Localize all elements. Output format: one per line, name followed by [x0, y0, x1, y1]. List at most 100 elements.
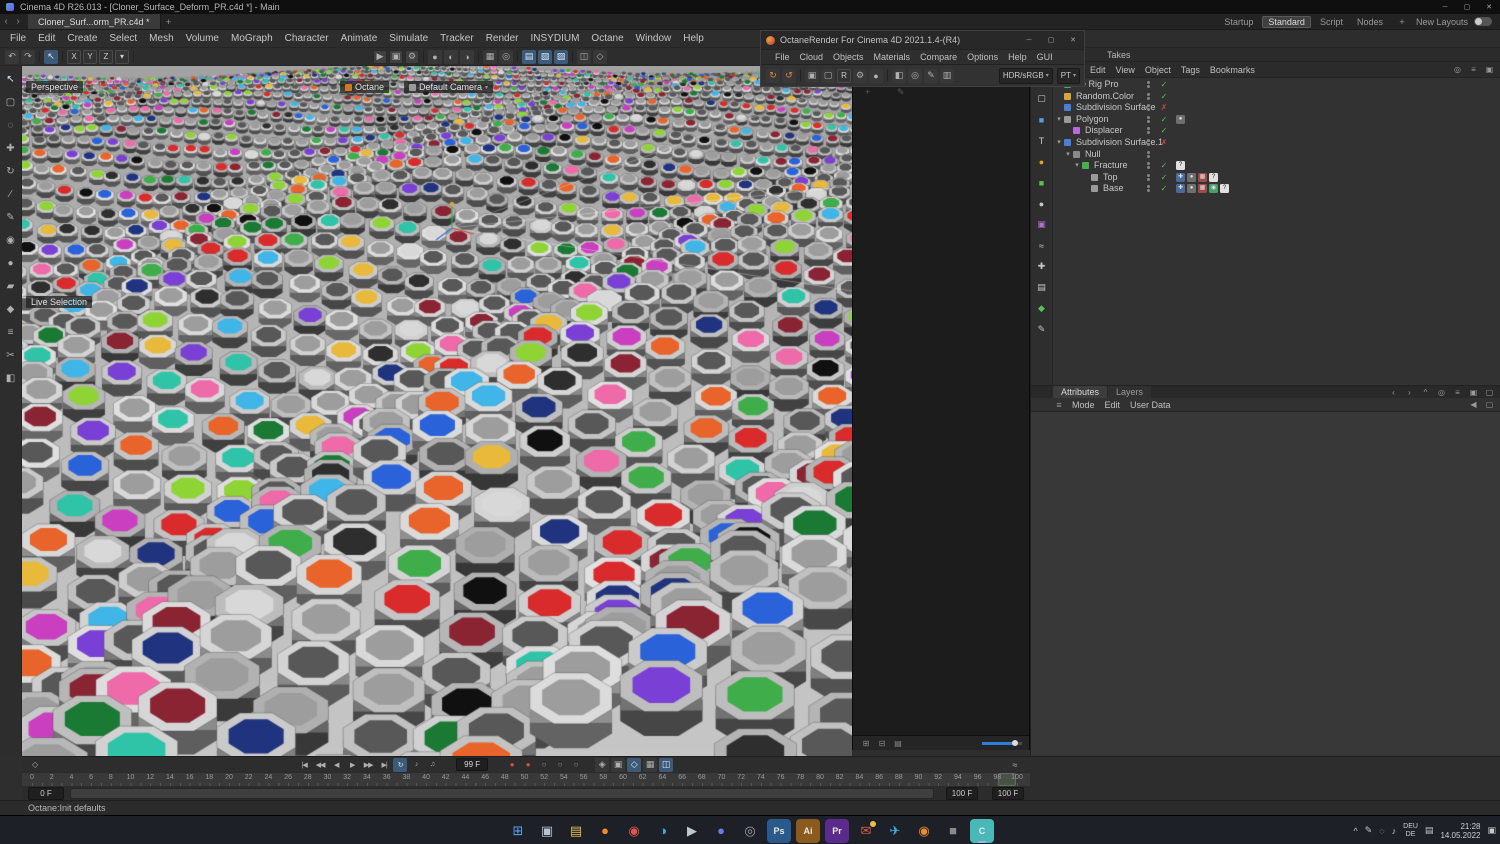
start-button-icon[interactable]: ⊞: [506, 819, 530, 843]
menu-render[interactable]: Render: [480, 33, 525, 44]
fcurve-icon[interactable]: ≈: [1008, 758, 1022, 772]
object-icon[interactable]: [1091, 185, 1098, 193]
enabled-check-icon[interactable]: ✓: [1159, 91, 1169, 102]
menu-mograph[interactable]: MoGraph: [225, 33, 279, 44]
document-tab[interactable]: Cloner_Surf...orm_PR.c4d *: [28, 14, 161, 29]
viewport-canvas[interactable]: [22, 66, 852, 756]
display-mode-1-icon[interactable]: ▤: [522, 49, 536, 64]
object-label[interactable]: Null: [1085, 149, 1101, 160]
stamp-tool-icon[interactable]: ▰: [4, 279, 18, 293]
keyframe-selection-icon[interactable]: ◈: [595, 757, 610, 772]
autokeying-icon[interactable]: ●: [521, 758, 535, 772]
render-settings-icon[interactable]: ⚙: [405, 49, 419, 64]
layout-tab-nodes[interactable]: Nodes: [1352, 16, 1388, 28]
play-sound-icon[interactable]: ♪: [409, 758, 423, 772]
workplane-icon[interactable]: ◫: [577, 49, 591, 64]
kernel-settings-icon[interactable]: ⚙: [853, 68, 867, 83]
object-icon[interactable]: [1064, 115, 1071, 123]
om-filter-icon[interactable]: ≡: [1468, 64, 1479, 75]
visibility-dot[interactable]: [1147, 127, 1150, 131]
object-manager-tree[interactable]: ne Rig Pro ✓ Random.Color ✓ Subdivision Surf…: [1053, 78, 1499, 408]
move-tool-icon[interactable]: ✚: [4, 141, 18, 155]
axis-x-lock-icon[interactable]: X: [67, 49, 81, 64]
octane-menu-help[interactable]: Help: [1003, 52, 1032, 62]
record-scale-icon[interactable]: ○: [553, 758, 567, 772]
add-document-button[interactable]: +: [161, 17, 177, 27]
material-ball-icon[interactable]: ●: [1035, 155, 1048, 168]
firefox-icon[interactable]: ●: [593, 819, 617, 843]
loop-playback-icon[interactable]: ↻: [393, 757, 408, 772]
discord-icon[interactable]: ●: [709, 819, 733, 843]
timeline-ruler[interactable]: 0 2 4 6 8 10 12 14 16 18 20 22 24 26 28 30 32 34 36 38 40 42 4…: [22, 772, 1030, 786]
tray-cloud-icon[interactable]: ◌: [1379, 826, 1384, 836]
attr-float-icon[interactable]: ▢: [1484, 387, 1495, 398]
render-view-icon[interactable]: ▶: [373, 49, 387, 64]
display-mode-3-icon[interactable]: ▨: [554, 49, 568, 64]
render-region-icon[interactable]: ▢: [821, 68, 835, 83]
enabled-check-icon[interactable]: ✓: [1159, 114, 1169, 125]
visibility-dot[interactable]: [1147, 131, 1150, 135]
language-indicator[interactable]: DEU DE: [1403, 823, 1418, 838]
record-position-icon[interactable]: ○: [537, 758, 551, 772]
record-keyframe-icon[interactable]: ●: [505, 758, 519, 772]
octane-menu-materials[interactable]: Materials: [869, 52, 916, 62]
render-progress-knob[interactable]: [1012, 739, 1018, 746]
layout-square-icon[interactable]: ▢: [1035, 92, 1048, 105]
maximize-button[interactable]: ▢: [1456, 0, 1478, 14]
close-button[interactable]: ✕: [1478, 0, 1500, 14]
question-tag-icon[interactable]: ?: [1220, 184, 1229, 194]
prev-key-icon[interactable]: ◀◀: [313, 758, 327, 772]
illustrator-icon[interactable]: Ai: [796, 818, 820, 843]
blender-icon[interactable]: ◉: [912, 819, 936, 843]
visibility-dot[interactable]: [1147, 81, 1150, 84]
visibility-dots[interactable]: [1147, 127, 1150, 135]
tree-item-polygon[interactable]: ▾ Polygon ✓ ●: [1053, 114, 1499, 125]
camera-icon[interactable]: ◎: [499, 49, 513, 64]
attr-lock-icon[interactable]: ▣: [1468, 387, 1479, 398]
clay-mode-icon[interactable]: ●: [869, 68, 883, 83]
menu-volume[interactable]: Volume: [180, 33, 225, 44]
tree-item-subdivision-surface[interactable]: Subdivision Surface ✗: [1053, 102, 1499, 113]
visibility-dots[interactable]: [1147, 139, 1150, 146]
texture-tag-icon[interactable]: ▦: [1198, 184, 1207, 194]
restart-render-icon[interactable]: ↻: [766, 68, 780, 83]
octane-menu-file[interactable]: File: [770, 52, 795, 62]
volume-icon[interactable]: ♫: [425, 758, 439, 772]
clock[interactable]: 21:28 14.05.2022: [1440, 822, 1480, 840]
photoshop-icon[interactable]: Ps: [767, 818, 791, 843]
octane-camera-hud[interactable]: Octane: [340, 81, 390, 93]
tray-chevron-icon[interactable]: ^: [1354, 826, 1358, 836]
play-icon[interactable]: ▶: [345, 758, 359, 772]
object-label[interactable]: Base: [1103, 183, 1124, 194]
visibility-dot[interactable]: [1147, 119, 1150, 123]
enabled-check-icon[interactable]: ✓: [1159, 172, 1169, 183]
attr-up-icon[interactable]: ^: [1420, 387, 1431, 398]
om-menu-tags[interactable]: Tags: [1176, 65, 1205, 75]
render-progress-slider[interactable]: [982, 739, 1022, 746]
mail-icon[interactable]: ✉: [854, 819, 878, 843]
enabled-check-icon[interactable]: ✓: [1159, 183, 1169, 194]
pla-toggle-icon[interactable]: ◫: [659, 757, 674, 772]
render-picture-viewer-icon[interactable]: ▣: [389, 49, 403, 64]
colorspace-dropdown[interactable]: HDR/sRGB ▾: [998, 67, 1053, 84]
pause-render-icon[interactable]: ↺: [782, 68, 796, 83]
new-material-icon[interactable]: ●: [428, 49, 442, 64]
object-label[interactable]: Displacer: [1085, 125, 1123, 136]
smudge-tool-icon[interactable]: ◆: [4, 302, 18, 316]
phong-tag-icon[interactable]: ●: [1176, 114, 1185, 124]
question-tag-icon[interactable]: ?: [1209, 172, 1218, 182]
texture-tag-icon[interactable]: ▦: [1198, 172, 1207, 182]
om-lock-icon[interactable]: ▣: [1484, 64, 1495, 75]
menu-create[interactable]: Create: [61, 33, 103, 44]
tree-item-displacer[interactable]: Displacer ✓: [1053, 125, 1499, 136]
axis-y-lock-icon[interactable]: Y: [83, 49, 97, 64]
document-end-field[interactable]: 100 F: [992, 786, 1024, 800]
recompile-icon[interactable]: R: [837, 68, 851, 83]
visibility-dot[interactable]: [1147, 189, 1150, 193]
add-region-icon[interactable]: +: [865, 87, 870, 97]
visibility-dot[interactable]: [1147, 139, 1150, 142]
octane-render-view[interactable]: + ✎ ⊞ ⊟ ▤: [852, 84, 1030, 750]
attr-back-icon[interactable]: ‹: [1388, 387, 1399, 398]
tree-item-top[interactable]: Top ✓ ✚ ● ▦?: [1053, 172, 1499, 183]
tab-back-icon[interactable]: ‹: [0, 16, 12, 27]
